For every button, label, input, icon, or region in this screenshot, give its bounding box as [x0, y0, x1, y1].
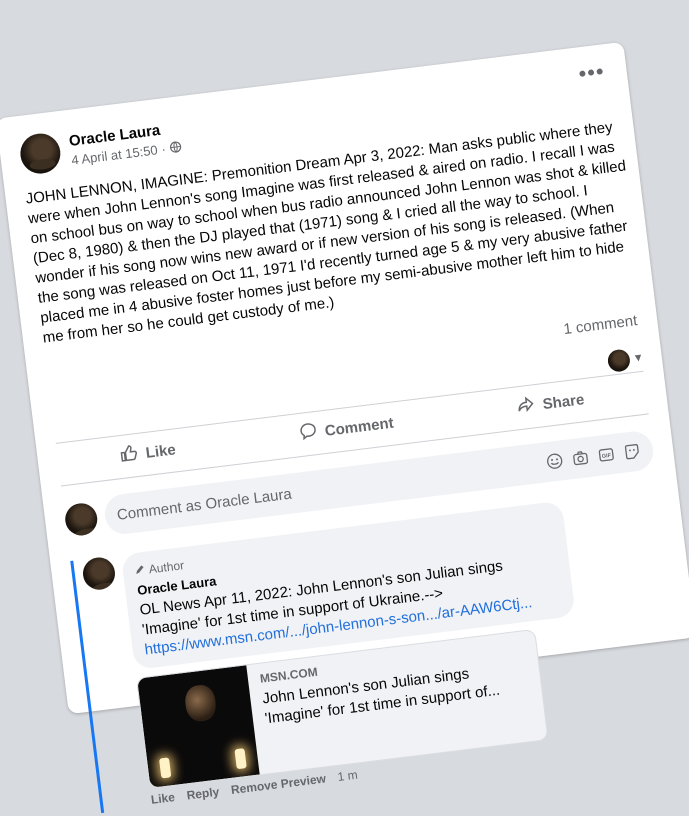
share-button[interactable]: Share	[516, 388, 586, 418]
sticker-icon[interactable]	[622, 442, 642, 462]
composer-tools: GIF	[545, 442, 642, 472]
gif-icon[interactable]: GIF	[596, 445, 616, 465]
reaction-as-selector[interactable]: ▼	[606, 347, 645, 373]
comment-placeholder: Comment as Oracle Laura	[115, 485, 293, 524]
share-label: Share	[541, 390, 586, 413]
share-icon	[516, 394, 537, 418]
reply-button[interactable]: Reply	[186, 785, 220, 803]
pencil-icon	[134, 560, 146, 581]
composer-avatar	[63, 501, 100, 538]
author-avatar[interactable]	[18, 131, 63, 176]
more-options-button[interactable]: •••	[577, 58, 606, 86]
like-label: Like	[144, 440, 177, 462]
reply-avatar[interactable]	[81, 555, 117, 592]
post-header: Oracle Laura 4 April at 15:50 ·	[18, 117, 183, 176]
post-card: ••• Oracle Laura 4 April at 15:50 · JOHN…	[0, 41, 689, 814]
comment-button[interactable]: Comment	[298, 412, 395, 445]
profile-avatar	[606, 348, 632, 373]
caret-down-icon: ▼	[632, 351, 645, 365]
meta-separator: ·	[160, 140, 167, 157]
reply-timestamp[interactable]: 1 m	[337, 768, 359, 784]
camera-icon[interactable]	[570, 448, 590, 468]
preview-image	[137, 665, 260, 788]
comment-count[interactable]: 1 comment	[562, 312, 638, 338]
smile-icon[interactable]	[545, 451, 565, 471]
thumbs-up-icon	[119, 443, 140, 467]
comment-label: Comment	[323, 414, 395, 440]
comment-icon	[298, 421, 319, 445]
globe-icon	[169, 140, 182, 153]
svg-text:GIF: GIF	[602, 453, 612, 460]
like-button[interactable]: Like	[119, 438, 177, 467]
reply-thread: Author Oracle Laura OL News Apr 11, 2022…	[70, 486, 689, 814]
